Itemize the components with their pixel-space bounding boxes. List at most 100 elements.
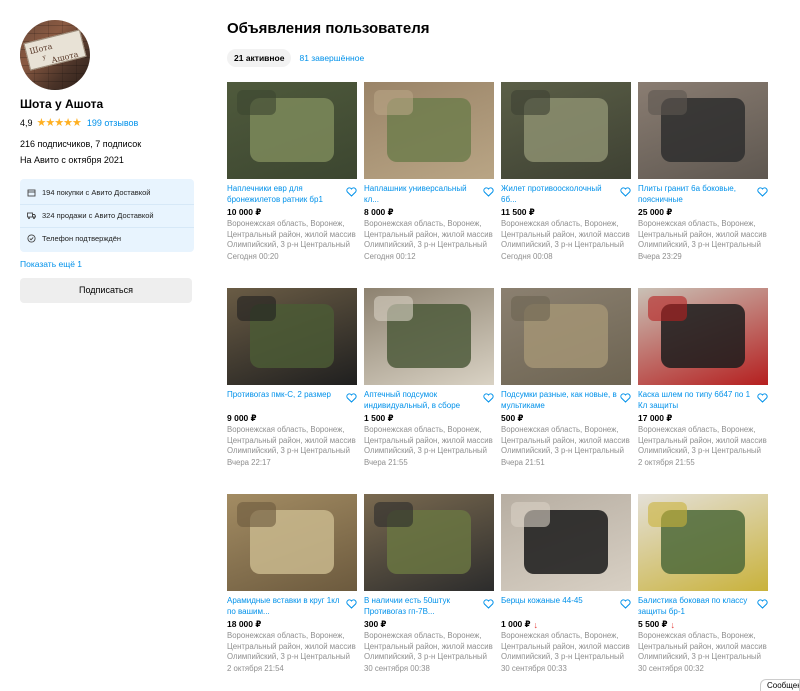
favorite-heart-icon[interactable] — [483, 596, 494, 609]
listing-card[interactable]: Каска шлем по типу 6б47 по 1 Кл защиты 17… — [638, 288, 768, 468]
favorite-heart-icon[interactable] — [346, 184, 357, 197]
listing-photo[interactable] — [501, 494, 631, 591]
listing-price-row: 500 ₽ — [501, 413, 631, 424]
tab-completed-listings[interactable]: 81 завершённое — [299, 53, 364, 63]
box-icon — [27, 188, 36, 197]
listing-title-row: Берцы кожаные 44-45 — [501, 596, 631, 617]
listing-title[interactable]: В наличии есть 50штук Противогаз гп-7В..… — [364, 596, 480, 617]
listing-title[interactable]: Балистика боковая по классу защиты бр-1 — [638, 596, 754, 617]
favorite-heart-icon[interactable] — [757, 184, 768, 197]
check-circle-icon — [27, 234, 36, 243]
favorite-heart-icon[interactable] — [620, 596, 631, 609]
listing-price: 300 ₽ — [364, 619, 387, 629]
listing-title[interactable]: Аптечный подсумок индивидуальный, в сбор… — [364, 390, 480, 411]
listing-title[interactable]: Наплечники евр для бронежилетов ратник б… — [227, 184, 343, 205]
listing-card[interactable]: Берцы кожаные 44-45 1 000 ₽ ↓ Воронежская о… — [501, 494, 631, 674]
listing-price-row: 25 000 ₽ — [638, 207, 768, 218]
favorite-heart-icon[interactable] — [620, 184, 631, 197]
listing-location: Воронежская область, Воронеж, Центральны… — [364, 631, 493, 661]
listing-title[interactable]: Плиты гранит 6а боковые, поясничные — [638, 184, 754, 205]
listing-date: Вчера 22:17 — [227, 457, 271, 467]
seller-sidebar: Шота у Ашота Шота у Ашота 4,9 ★★★★★ 199 … — [20, 20, 194, 303]
listing-card[interactable]: Наплечники евр для бронежилетов ратник б… — [227, 82, 357, 262]
listing-title-row: Плиты гранит 6а боковые, поясничные — [638, 184, 768, 205]
listing-price-row: 9 000 ₽ — [227, 413, 357, 424]
listing-date: Вчера 23:29 — [638, 251, 682, 261]
show-more-link[interactable]: Показать ещё 1 — [20, 259, 194, 269]
listing-title[interactable]: Каска шлем по типу 6б47 по 1 Кл защиты — [638, 390, 754, 411]
listing-title[interactable]: Жилет противоосколочный 6б... — [501, 184, 617, 205]
listing-title-row: Каска шлем по типу 6б47 по 1 Кл защиты — [638, 390, 768, 411]
favorite-heart-icon[interactable] — [346, 390, 357, 403]
listing-photo[interactable] — [638, 288, 768, 385]
truck-icon — [27, 211, 36, 220]
listing-card[interactable]: Наплашник универсальный кл... 8 000 ₽ Воро… — [364, 82, 494, 262]
listing-price: 5 500 ₽ — [638, 619, 668, 629]
listing-price-row: 1 000 ₽ ↓ — [501, 619, 631, 630]
avatar[interactable]: Шота у Ашота — [20, 20, 90, 90]
listing-photo[interactable] — [227, 82, 357, 179]
photo-detail — [374, 295, 414, 321]
info-sales: 324 продажи с Авито Доставкой — [20, 203, 194, 227]
listing-location: Воронежская область, Воронеж, Центральны… — [638, 219, 767, 249]
listing-title[interactable]: Арамидные вставки в круг 1кл по вашим... — [227, 596, 343, 617]
listing-card[interactable]: Противогаз пмк-С, 2 размер 9 000 ₽ Воронеж… — [227, 288, 357, 468]
listing-card[interactable]: Балистика боковая по классу защиты бр-1 5… — [638, 494, 768, 674]
listing-location: Воронежская область, Воронеж, Центральны… — [501, 219, 630, 249]
favorite-heart-icon[interactable] — [757, 596, 768, 609]
listing-price-row: 18 000 ₽ — [227, 619, 357, 630]
info-sales-text: 324 продажи с Авито Доставкой — [42, 211, 154, 220]
listing-card[interactable]: В наличии есть 50штук Противогаз гп-7В..… — [364, 494, 494, 674]
info-phone: Телефон подтверждён — [20, 226, 194, 250]
listing-photo[interactable] — [638, 82, 768, 179]
tab-active-listings[interactable]: 21 активное — [227, 49, 292, 67]
listing-date: 2 октября 21:54 — [227, 663, 284, 673]
listing-tabs: 21 активное 81 завершённое — [227, 49, 364, 67]
listing-price: 25 000 ₽ — [638, 207, 673, 217]
info-phone-text: Телефон подтверждён — [42, 234, 122, 243]
listing-price-row: 11 500 ₽ — [501, 207, 631, 218]
seller-name: Шота у Ашота — [20, 97, 104, 111]
followers-count[interactable]: 216 подписчиков, 7 подписок — [20, 137, 194, 153]
listing-title[interactable]: Противогаз пмк-С, 2 размер — [227, 390, 343, 411]
listing-location: Воронежская область, Воронеж, Центральны… — [501, 631, 630, 661]
listing-photo[interactable] — [364, 288, 494, 385]
listing-price-row: 8 000 ₽ — [364, 207, 494, 218]
listing-title-row: Арамидные вставки в круг 1кл по вашим... — [227, 596, 357, 617]
listing-location: Воронежская область, Воронеж, Центральны… — [638, 425, 767, 455]
listing-date: 30 сентября 00:32 — [638, 663, 704, 673]
listing-date: Сегодня 00:12 — [364, 251, 416, 261]
info-purchases: 194 покупки с Авито Доставкой — [20, 181, 194, 204]
rating-stars-icon: ★★★★★ — [36, 117, 82, 129]
listing-photo[interactable] — [227, 494, 357, 591]
listing-location: Воронежская область, Воронеж, Центральны… — [227, 631, 356, 661]
listing-photo[interactable] — [638, 494, 768, 591]
favorite-heart-icon[interactable] — [483, 184, 494, 197]
favorite-heart-icon[interactable] — [483, 390, 494, 403]
listing-photo[interactable] — [227, 288, 357, 385]
favorite-heart-icon[interactable] — [620, 390, 631, 403]
listing-title[interactable]: Наплашник универсальный кл... — [364, 184, 480, 205]
listing-photo[interactable] — [364, 494, 494, 591]
listing-photo[interactable] — [364, 82, 494, 179]
listing-photo[interactable] — [501, 288, 631, 385]
listing-title[interactable]: Берцы кожаные 44-45 — [501, 596, 617, 617]
listing-photo[interactable] — [501, 82, 631, 179]
favorite-heart-icon[interactable] — [346, 596, 357, 609]
subscribe-button[interactable]: Подписаться — [20, 277, 192, 303]
reviews-link[interactable]: 199 отзывов — [87, 118, 139, 128]
listing-price-row: 10 000 ₽ — [227, 207, 357, 218]
listing-card[interactable]: Подсумки разные, как новые, в мультикаме… — [501, 288, 631, 468]
listing-card[interactable]: Аптечный подсумок индивидуальный, в сбор… — [364, 288, 494, 468]
listing-card[interactable]: Арамидные вставки в круг 1кл по вашим...… — [227, 494, 357, 674]
messages-button[interactable]: Сообщения — [760, 679, 800, 691]
listing-title[interactable]: Подсумки разные, как новые, в мультикаме — [501, 390, 617, 411]
listing-title-row: Аптечный подсумок индивидуальный, в сбор… — [364, 390, 494, 411]
listing-price: 1 000 ₽ — [501, 619, 531, 629]
photo-detail — [237, 501, 277, 527]
listing-price: 9 000 ₽ — [227, 413, 257, 423]
listing-card[interactable]: Жилет противоосколочный 6б... 11 500 ₽ Вор… — [501, 82, 631, 262]
listing-price: 11 500 ₽ — [501, 207, 535, 217]
listing-card[interactable]: Плиты гранит 6а боковые, поясничные 25 00… — [638, 82, 768, 262]
favorite-heart-icon[interactable] — [757, 390, 768, 403]
